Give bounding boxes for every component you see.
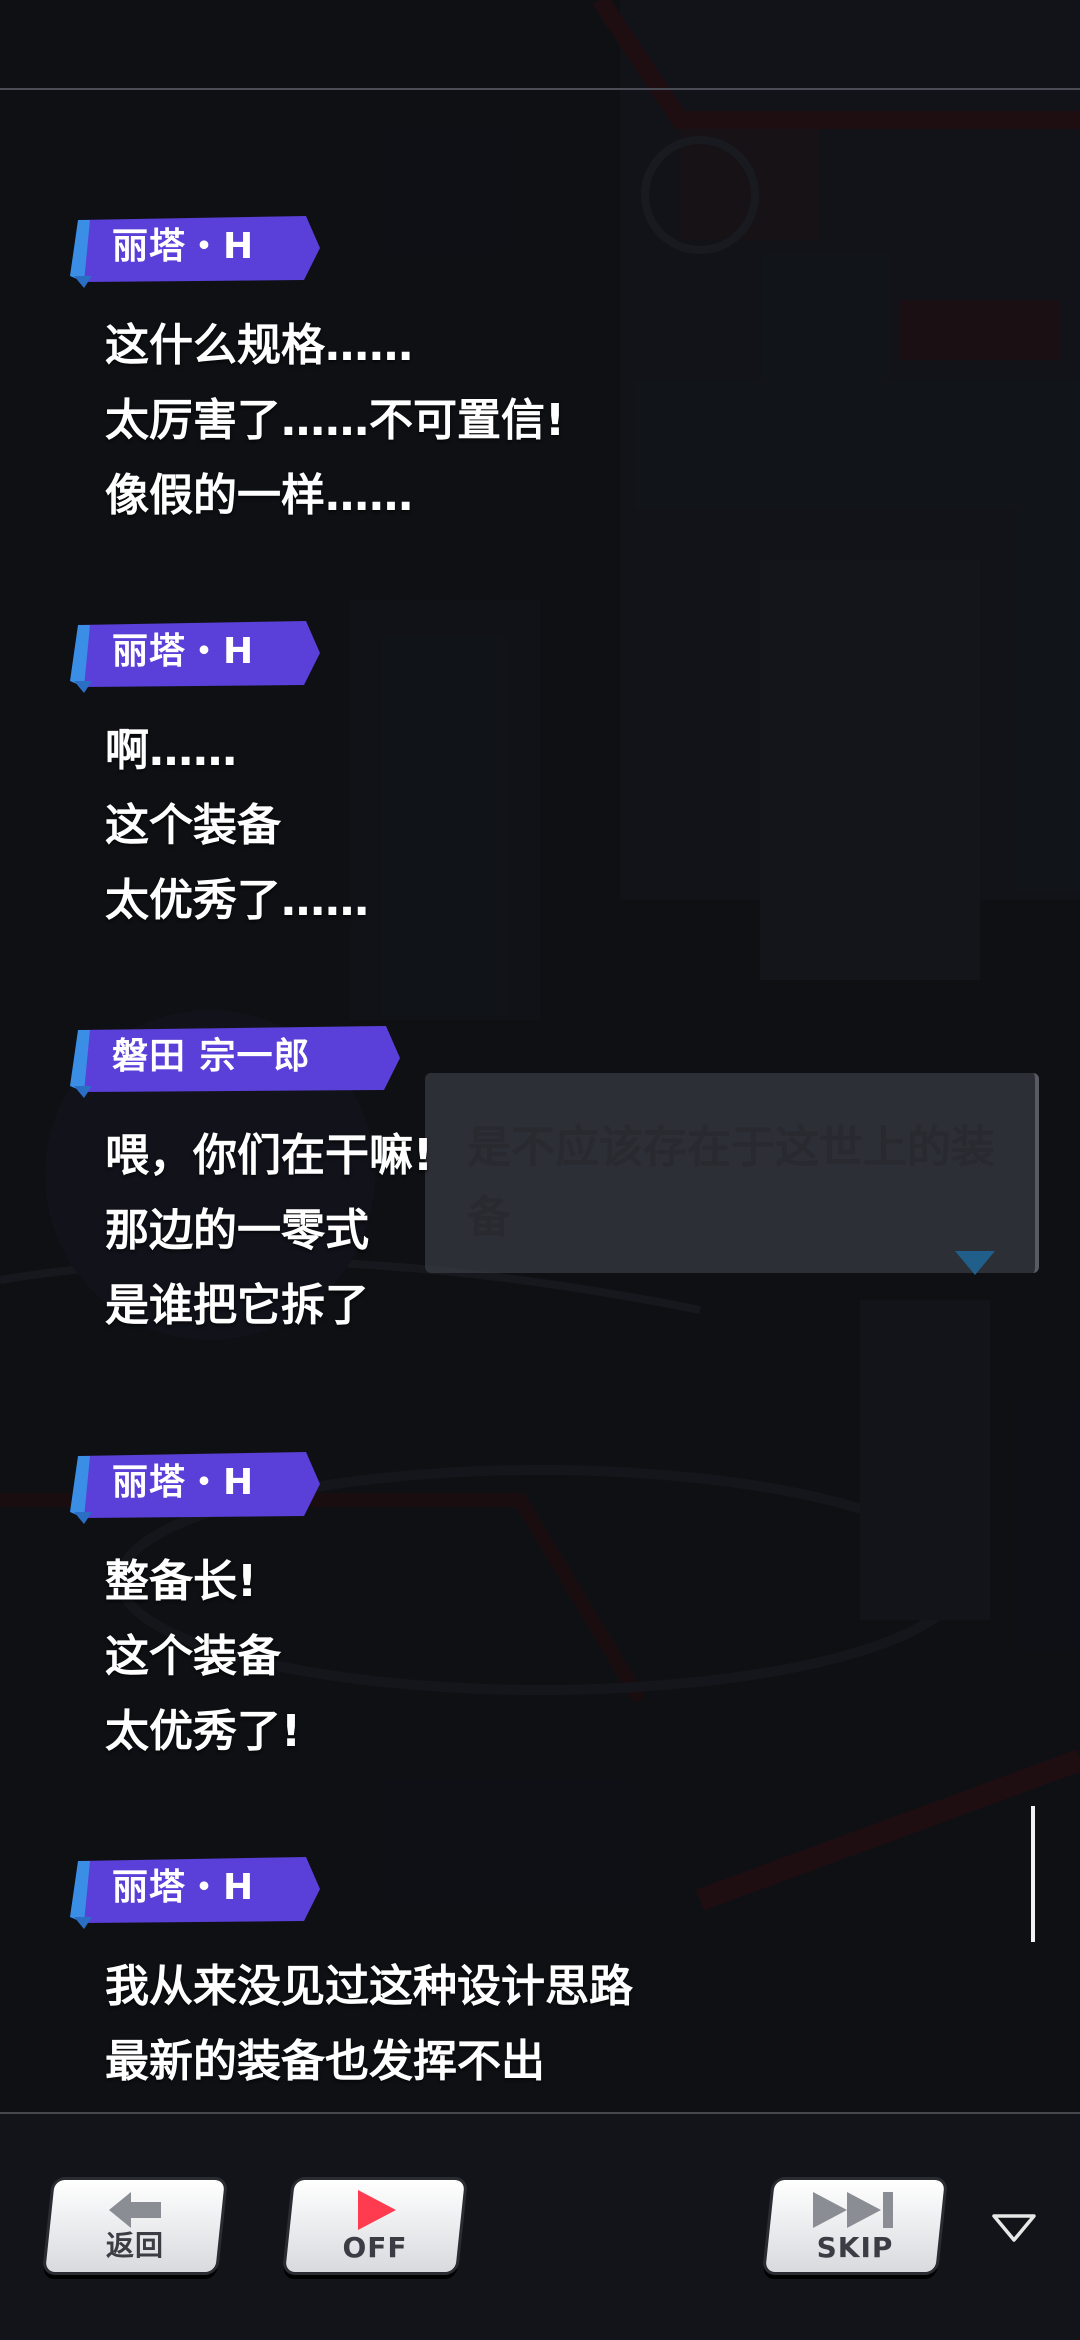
dialogue-line: 啊…… [105, 725, 237, 776]
speaker-name: 磐田 宗一郎 [112, 1036, 311, 1077]
speaker-name-tag: 丽塔・H [70, 1448, 320, 1524]
dialogue-log[interactable]: 丽塔・H 这什么规格…… 太厉害了……不可置信! 像假的一样…… 丽塔・H 啊…… [0, 90, 1080, 2110]
dialogue-line: 最新的装备也发挥不出 [105, 2036, 545, 2087]
dialogue-lines: 啊…… 这个装备 太优秀了…… [105, 713, 369, 938]
dialogue-line: 喂，你们在干嘛! [105, 1130, 434, 1181]
dialogue-line: 这个装备 [105, 1631, 281, 1682]
fast-forward-icon [813, 2192, 893, 2228]
skip-button-label: SKIP [816, 2231, 894, 2264]
back-button[interactable]: 返回 [45, 2180, 225, 2272]
dialogue-line: 这什么规格…… [105, 320, 413, 371]
triangle-down-icon[interactable] [990, 2212, 1038, 2244]
speaker-name: 丽塔・H [112, 631, 255, 672]
speaker-name-tag: 丽塔・H [70, 617, 320, 693]
dialogue-line: 太厉害了……不可置信! [105, 395, 566, 446]
dialogue-lines: 我从来没见过这种设计思路 最新的装备也发挥不出 [105, 1949, 633, 2099]
dialogue-line: 整备长! [105, 1556, 258, 1607]
speaker-name: 丽塔・H [112, 226, 255, 267]
play-icon [358, 2190, 396, 2230]
log-scrollbar[interactable] [1031, 1806, 1035, 1942]
speaker-name-tag: 磐田 宗一郎 [70, 1022, 400, 1098]
dialogue-lines: 喂，你们在干嘛! 那边的一零式 是谁把它拆了 [105, 1118, 433, 1343]
auto-play-button-label: OFF [342, 2231, 408, 2264]
dialogue-line: 我从来没见过这种设计思路 [105, 1961, 633, 2012]
dialogue-lines: 整备长! 这个装备 太优秀了! [105, 1544, 301, 1769]
speaker-name-tag: 丽塔・H [70, 212, 320, 288]
dialogue-line: 太优秀了…… [105, 875, 369, 926]
back-button-label: 返回 [105, 2229, 164, 2262]
speaker-name: 丽塔・H [112, 1867, 255, 1908]
skip-button[interactable]: SKIP [765, 2180, 945, 2272]
dialogue-line: 像假的一样…… [105, 470, 413, 521]
speaker-name-tag: 丽塔・H [70, 1853, 320, 1929]
dialogue-line: 那边的一零式 [105, 1205, 369, 1256]
dialogue-lines: 这什么规格…… 太厉害了……不可置信! 像假的一样…… [105, 308, 565, 533]
dialogue-line: 太优秀了! [105, 1706, 302, 1757]
dialogue-line: 这个装备 [105, 800, 281, 851]
dialogue-line: 是谁把它拆了 [105, 1280, 369, 1331]
speaker-name: 丽塔・H [112, 1462, 255, 1503]
auto-play-button[interactable]: OFF [285, 2180, 465, 2272]
